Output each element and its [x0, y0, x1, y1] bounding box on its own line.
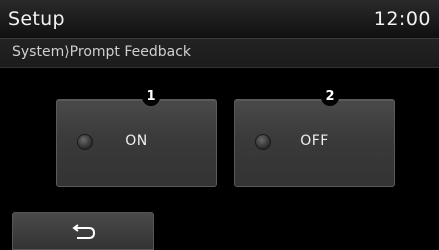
header-bar: Setup 12:00 [0, 0, 439, 39]
on-option-label: ON [125, 133, 148, 149]
callout-marker-1: 1 [142, 88, 160, 106]
breadcrumb: System⟩Prompt Feedback [0, 39, 439, 68]
back-button[interactable] [12, 212, 154, 250]
on-option-button[interactable]: ON [56, 99, 217, 187]
page-title: Setup [8, 8, 65, 30]
back-arrow-icon [72, 224, 96, 239]
off-option-button[interactable]: OFF [234, 99, 395, 187]
breadcrumb-path: System⟩Prompt Feedback [12, 44, 192, 60]
clock: 12:00 [373, 8, 431, 30]
callout-marker-2: 2 [321, 88, 339, 106]
off-option-label: OFF [300, 133, 329, 149]
